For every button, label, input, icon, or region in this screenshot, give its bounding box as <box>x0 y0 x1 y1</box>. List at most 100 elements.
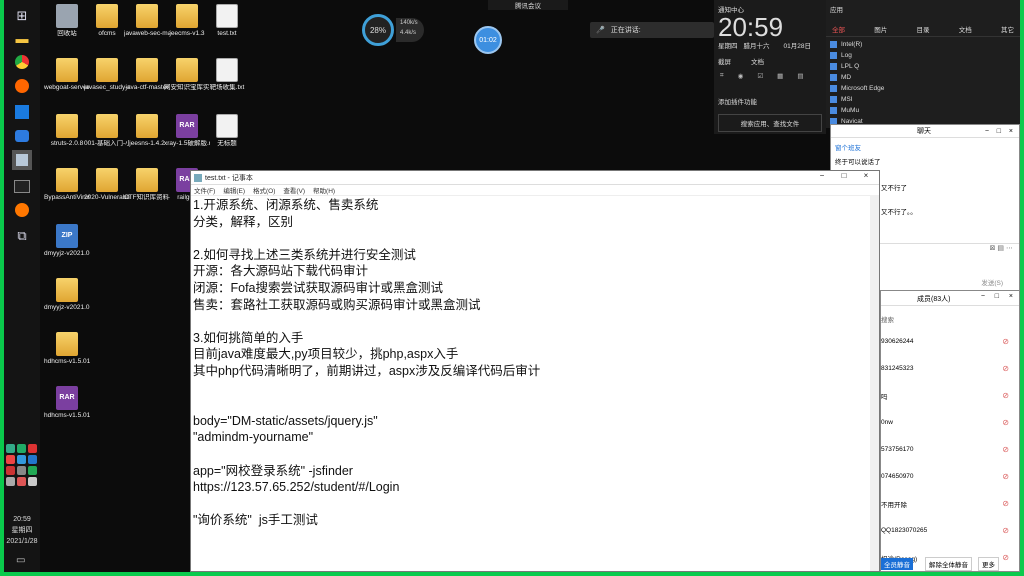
muted-mic-icon[interactable]: ⊘ <box>1002 418 1009 427</box>
muted-mic-icon[interactable]: ⊘ <box>1002 499 1009 508</box>
close-icon[interactable]: × <box>1009 128 1013 135</box>
send-button[interactable]: 发送(S) <box>981 277 1003 287</box>
taskbar-clock[interactable]: 20:59 星期四 2021/1/28 <box>4 514 40 547</box>
start-menu-tab[interactable]: 其它 <box>1001 24 1014 34</box>
start-menu-tab[interactable]: 目录 <box>917 24 930 34</box>
notepad-menu-item[interactable]: 格式(O) <box>253 185 275 195</box>
close-icon[interactable]: × <box>855 171 877 180</box>
minimize-icon[interactable]: − <box>985 128 989 135</box>
maximize-icon[interactable]: □ <box>833 171 855 180</box>
memory-usage-gauge[interactable]: 28% <box>362 14 394 46</box>
folder-icon <box>136 114 158 138</box>
desktop-icon[interactable]: ZIP dmyyjz-v2021.0125.zip <box>44 224 90 258</box>
add-widget-link[interactable]: 添加插件功能 <box>714 80 826 106</box>
check-icon[interactable]: ☑ <box>757 72 763 80</box>
start-menu-item[interactable]: Intel(R) <box>830 39 1016 50</box>
member-row[interactable]: 831245323 ⊘ <box>881 355 1019 382</box>
muted-mic-icon[interactable]: ⊘ <box>1002 391 1009 400</box>
muted-mic-icon[interactable]: ⊘ <box>1002 364 1009 373</box>
vertical-scrollbar[interactable] <box>870 195 879 571</box>
start-menu-item[interactable]: MuMu <box>830 105 1016 116</box>
start-menu-item[interactable]: Log <box>830 50 1016 61</box>
recording-timer-button[interactable]: 01:02 <box>474 26 502 54</box>
muted-mic-icon[interactable]: ⊘ <box>1002 526 1009 535</box>
tray-icon[interactable] <box>28 444 37 453</box>
maximize-icon[interactable]: □ <box>997 128 1001 135</box>
desktop-icon[interactable]: test.txt <box>204 4 250 38</box>
start-menu-tab[interactable]: 文档 <box>959 24 972 34</box>
member-row[interactable]: QQ1823070265 ⊘ <box>881 517 1019 544</box>
tray-icon[interactable] <box>28 466 37 475</box>
more-button[interactable]: 更多 <box>978 557 999 571</box>
recording-time: 01:02 <box>479 36 497 44</box>
start-menu-tab[interactable]: 图片 <box>874 24 887 34</box>
explorer-icon[interactable]: ▬ <box>12 28 32 48</box>
tray-icon[interactable] <box>6 455 15 464</box>
terminal-icon[interactable] <box>12 176 32 196</box>
minimize-icon[interactable]: − <box>811 171 833 180</box>
maximize-icon[interactable]: □ <box>995 293 999 300</box>
member-row[interactable]: 0nw ⊘ <box>881 409 1019 436</box>
close-icon[interactable]: × <box>1009 293 1013 300</box>
notepad-icon[interactable] <box>12 150 32 170</box>
unmute-all-button[interactable]: 解除全体静音 <box>925 557 972 571</box>
desktop-icon[interactable]: 无标题 <box>204 114 250 148</box>
start-menu-item[interactable]: MSI <box>830 94 1016 105</box>
notepad-menu-item[interactable]: 查看(V) <box>283 185 305 195</box>
notepad-text-area[interactable]: 1.开源系统、闭源系统、售卖系统 分类，解释，区别 2.如何寻找上述三类系统并进… <box>193 197 869 571</box>
member-name: 不用开除 <box>881 501 907 509</box>
member-row[interactable]: 不用开除 ⊘ <box>881 490 1019 517</box>
chrome-icon[interactable] <box>12 52 32 72</box>
start-menu-item[interactable]: LPL Q <box>830 61 1016 72</box>
meeting-icon[interactable] <box>12 126 32 146</box>
grid-icon[interactable]: ▦ <box>777 72 783 80</box>
firefox-icon[interactable] <box>12 200 32 220</box>
desktop-icon[interactable]: hdhcms-v1.5.0120 <box>44 332 90 366</box>
tray-icon[interactable] <box>17 466 26 475</box>
desktop-icon[interactable]: 靶场收集.txt <box>204 58 250 92</box>
member-search[interactable]: 搜索 <box>881 306 1019 328</box>
notepad-menu-item[interactable]: 编辑(E) <box>223 185 245 195</box>
maps-icon[interactable] <box>12 102 32 122</box>
tray-icon[interactable] <box>6 466 15 475</box>
action-center-search[interactable]: 搜索应用、查找文件 <box>718 114 822 132</box>
notepad-menu-item[interactable]: 帮助(H) <box>313 185 335 195</box>
notepad-titlebar: test.txt - 记事本 − □ × <box>191 171 879 185</box>
desktop-icon[interactable]: RAR hdhcms-v1.5.0120.rar <box>44 386 90 420</box>
start-menu-item[interactable]: Microsoft Edge <box>830 83 1016 94</box>
member-row[interactable]: 074650970 ⊘ <box>881 463 1019 490</box>
tray-icon[interactable] <box>17 477 26 486</box>
tray-icon[interactable] <box>28 477 37 486</box>
app-icon <box>830 85 837 92</box>
desktop-icon[interactable]: dmyyjz-v2021.0125 <box>44 278 90 312</box>
taskview-icon[interactable]: ⧉ <box>12 226 32 246</box>
tray-icon[interactable] <box>6 444 15 453</box>
member-row[interactable]: 吗 ⊘ <box>881 382 1019 409</box>
tray-icon[interactable] <box>6 477 15 486</box>
doc-icon[interactable]: ▤ <box>797 72 803 80</box>
notepad-menu-item[interactable]: 文件(F) <box>194 185 215 195</box>
start-menu-item[interactable]: MD <box>830 72 1016 83</box>
tray-icon[interactable] <box>17 455 26 464</box>
muted-mic-icon[interactable]: ⊘ <box>1002 472 1009 481</box>
crop-icon[interactable]: ⌗ <box>720 72 724 80</box>
member-row[interactable]: 573756170 ⊘ <box>881 436 1019 463</box>
chat-link[interactable]: 窗个班友 <box>831 138 1019 154</box>
tray-icon[interactable] <box>17 444 26 453</box>
eye-icon[interactable]: ◉ <box>738 72 744 80</box>
start-menu-tab[interactable]: 全部 <box>832 24 845 34</box>
action-center-lunar: 腊月十六 <box>743 43 770 50</box>
notification-icon[interactable]: ▭ <box>16 555 25 566</box>
meeting-bar[interactable]: 腾讯会议 <box>488 0 568 10</box>
quick-screenshot[interactable]: 截屏 <box>718 56 731 66</box>
tray-icon[interactable] <box>28 455 37 464</box>
start-menu-item-label: MSI <box>841 96 853 103</box>
app-icon[interactable] <box>12 76 32 96</box>
start-icon[interactable]: ⊞ <box>12 6 32 26</box>
muted-mic-icon[interactable]: ⊘ <box>1002 337 1009 346</box>
mute-all-button[interactable]: 全员静音 <box>881 558 913 570</box>
muted-mic-icon[interactable]: ⊘ <box>1002 445 1009 454</box>
member-row[interactable]: 930626244 ⊘ <box>881 328 1019 355</box>
quick-docs[interactable]: 文档 <box>751 56 764 66</box>
minimize-icon[interactable]: − <box>981 293 985 300</box>
